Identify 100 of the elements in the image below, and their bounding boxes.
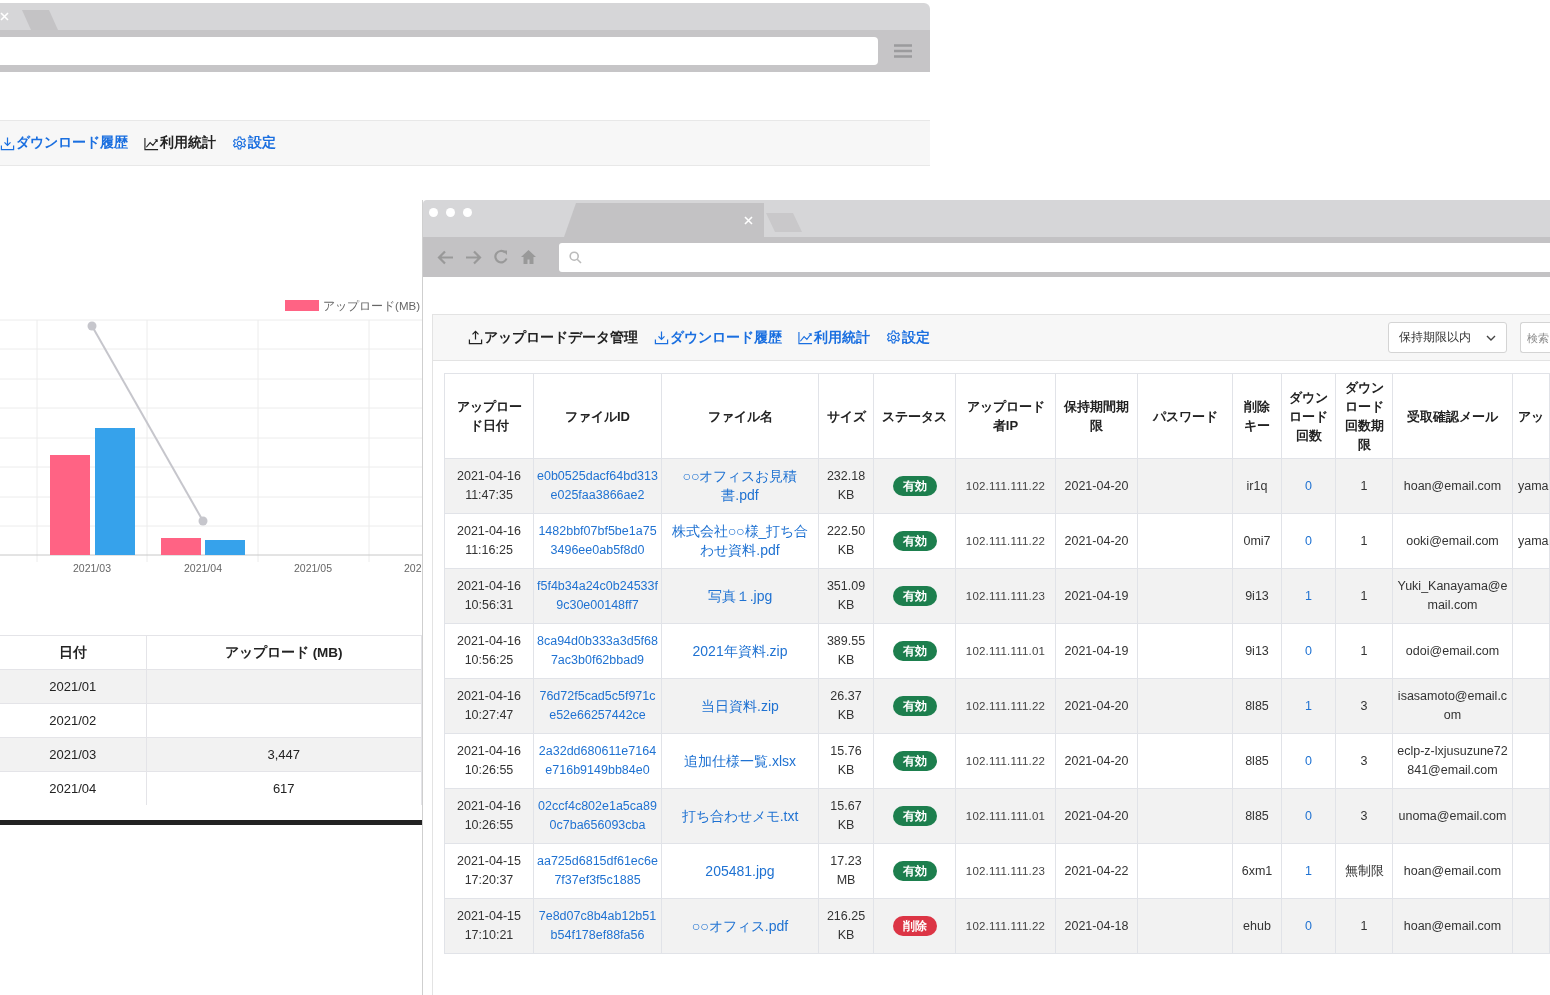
download-count-link[interactable]: 1 <box>1286 696 1331 716</box>
file-id-link[interactable]: 1482bbf07bf5be1a753496ee0ab5f8d0 <box>537 522 658 560</box>
download-count-link[interactable]: 1 <box>1286 586 1331 606</box>
file-id-link[interactable]: 02ccf4c802e1a5ca890c7ba656093cba <box>537 797 658 835</box>
file-name-link[interactable]: 当日資料.zip <box>666 696 814 716</box>
file-name-link[interactable]: 株式会社○○様_打ち合わせ資料.pdf <box>666 522 814 560</box>
table-cell: 2021/04 <box>0 771 146 805</box>
nav-link[interactable]: ダウンロード履歴 <box>654 328 782 347</box>
file-id-link[interactable]: 2a32dd680611e7164e716b9149bb84e0 <box>537 742 658 780</box>
line-chart-icon <box>798 330 813 345</box>
table-cell: 1 <box>1335 458 1393 514</box>
download-count-link[interactable]: 0 <box>1286 751 1331 771</box>
file-name-link[interactable]: 2021年資料.zip <box>666 641 814 661</box>
table-cell <box>1512 623 1550 679</box>
table-cell <box>1512 733 1550 789</box>
close-icon[interactable] <box>0 12 9 21</box>
nav-link[interactable]: 利用統計 <box>798 328 870 347</box>
file-name-link[interactable]: 追加仕様一覧.xlsx <box>666 751 814 771</box>
filter-dropdown[interactable]: 保持期限以内 <box>1388 322 1507 353</box>
table-cell: 2021-04-19 <box>1055 568 1138 624</box>
table-cell: 3 <box>1335 733 1393 789</box>
table-cell: 102.111.111.22 <box>955 678 1056 734</box>
file-id-link[interactable]: 76d72f5cad5c5f971ce52e66257442ce <box>537 687 658 725</box>
file-name-link[interactable]: ○○オフィス.pdf <box>666 916 814 936</box>
table-cell: 102.111.111.23 <box>955 843 1056 899</box>
address-bar[interactable] <box>0 37 878 65</box>
table-cell: 2021-04-20 <box>1055 513 1138 569</box>
column-header: サイズ <box>818 373 874 459</box>
table-cell: 3 <box>1335 788 1393 844</box>
table-cell: 2021-04-16 10:26:55 <box>444 733 534 789</box>
nav-link[interactable]: アップロードデータ管理 <box>468 328 638 347</box>
close-icon[interactable] <box>744 215 753 225</box>
settings-icon <box>886 330 901 345</box>
table-cell: 102.111.111.22 <box>955 458 1056 514</box>
nav-link[interactable]: 設定 <box>886 328 930 347</box>
back-icon[interactable] <box>437 249 454 265</box>
column-header: パスワード <box>1137 373 1233 459</box>
table-cell: 2021-04-16 11:47:35 <box>444 458 534 514</box>
table-cell: ehub <box>1232 898 1282 954</box>
status-badge: 有効 <box>892 531 937 551</box>
table-cell: 2021-04-20 <box>1055 458 1138 514</box>
line-chart-icon <box>144 135 159 151</box>
axis-label: 2021/03 <box>73 562 111 574</box>
chart-bar <box>205 540 245 555</box>
table-cell: eclp-z-lxjusuzune72841@email.com <box>1392 733 1513 789</box>
table-cell: isasamoto@email.com <box>1392 678 1513 734</box>
file-id-link[interactable]: 8ca94d0b333a3d5f687ac3b0f62bbad9 <box>537 632 658 670</box>
download-count-link[interactable]: 0 <box>1286 806 1331 826</box>
status-badge: 有効 <box>892 586 937 606</box>
file-id-link[interactable]: f5f4b34a24c0b24533f9c30e00148ff7 <box>537 577 658 615</box>
table-cell: 2021-04-20 <box>1055 733 1138 789</box>
nav-link[interactable]: 設定 <box>232 134 276 152</box>
file-id-link[interactable]: 7e8d07c8b4ab12b51b54f178ef88fa56 <box>537 907 658 945</box>
table-cell: 102.111.111.01 <box>955 623 1056 679</box>
table-cell: yama <box>1512 513 1550 569</box>
file-name-link[interactable]: 打ち合わせメモ.txt <box>666 806 814 826</box>
table-cell: 216.25 KB <box>818 898 874 954</box>
chevron-icon <box>1486 334 1496 341</box>
file-name-link[interactable]: 写真１.jpg <box>666 586 814 606</box>
table-cell: 1 <box>1335 513 1393 569</box>
table-cell: hoan@email.com <box>1392 458 1513 514</box>
search-icon <box>569 250 582 264</box>
file-name-link[interactable]: 205481.jpg <box>666 861 814 881</box>
status-badge: 有効 <box>892 476 937 496</box>
settings-icon <box>232 135 247 151</box>
table-cell: 1 <box>1335 568 1393 624</box>
nav-link[interactable]: ダウンロード履歴 <box>0 134 128 152</box>
table-cell: 3 <box>1335 678 1393 734</box>
table-cell: 102.111.111.22 <box>955 898 1056 954</box>
download-count-link[interactable]: 0 <box>1286 916 1331 936</box>
table-cell <box>1512 898 1550 954</box>
file-id-link[interactable]: e0b0525dacf64bd313e025faa3866ae2 <box>537 467 658 505</box>
table-cell: 102.111.111.22 <box>955 513 1056 569</box>
table-cell: 2021-04-16 10:56:31 <box>444 568 534 624</box>
menu-icon[interactable] <box>894 44 912 58</box>
forward-icon[interactable] <box>465 249 482 265</box>
download-count-link[interactable]: 0 <box>1286 641 1331 661</box>
status-badge: 有効 <box>892 806 937 826</box>
download-count-link[interactable]: 0 <box>1286 476 1331 496</box>
table-cell: 2021-04-22 <box>1055 843 1138 899</box>
address-bar[interactable] <box>559 242 1550 272</box>
table-cell: 6xm1 <box>1232 843 1282 899</box>
status-badge: 有効 <box>892 861 937 881</box>
search-field[interactable]: 検索 <box>1520 322 1550 353</box>
download-count-link[interactable]: 0 <box>1286 531 1331 551</box>
download-count-link[interactable]: 1 <box>1286 861 1331 881</box>
status-badge: 有効 <box>892 751 937 771</box>
file-name-link[interactable]: ○○オフィスお見積書.pdf <box>666 467 814 505</box>
home-icon[interactable] <box>520 249 537 265</box>
table-cell: 2021-04-20 <box>1055 678 1138 734</box>
table-cell: 17.23 MB <box>818 843 874 899</box>
table-cell: 617 <box>146 771 422 805</box>
reload-icon[interactable] <box>493 249 509 265</box>
column-header: ダウンロード回数期限 <box>1335 373 1393 459</box>
column-header: 保持期間期限 <box>1055 373 1138 459</box>
table-cell: ir1q <box>1232 458 1282 514</box>
table-cell: 102.111.111.22 <box>955 733 1056 789</box>
table-cell: 26.37 KB <box>818 678 874 734</box>
nav-link[interactable]: 利用統計 <box>144 134 216 152</box>
file-id-link[interactable]: aa725d6815df61ec6e7f37ef3f5c1885 <box>537 852 658 890</box>
